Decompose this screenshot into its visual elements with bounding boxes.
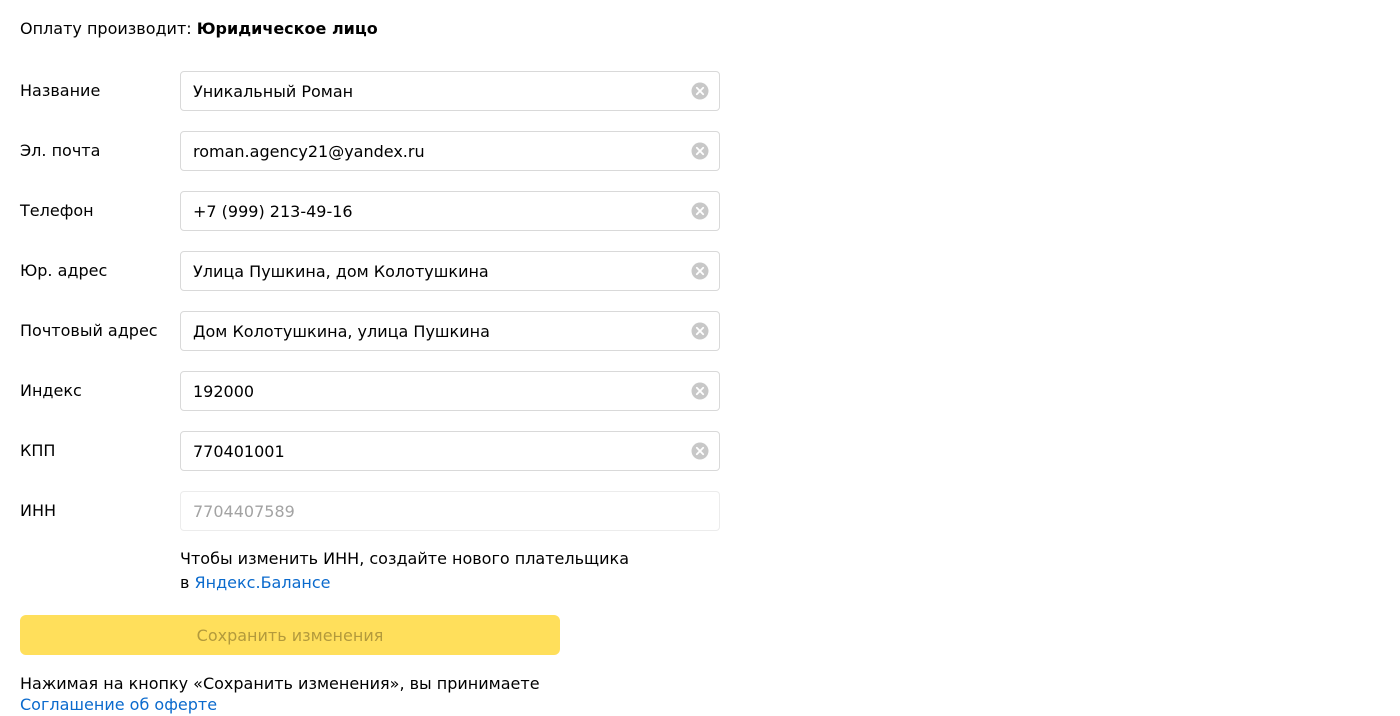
inn-hint-prefix: в [180,573,190,592]
phone-input[interactable] [181,192,719,230]
email-input[interactable] [181,132,719,170]
field-label-inn: ИНН [20,501,57,520]
offer-agreement-link[interactable]: Соглашение об оферте [20,694,217,716]
payer-label: Оплату производит: [20,19,192,38]
kpp-input[interactable] [181,432,719,470]
clear-icon[interactable] [691,442,709,460]
clear-icon[interactable] [691,202,709,220]
name-input[interactable] [181,72,719,110]
inn-input [181,492,719,530]
field-row-name: Название [20,71,720,111]
field-label-name: Название [20,81,101,100]
inn-hint-second-line: в Яндекс.Балансе [180,571,629,595]
field-label-email: Эл. почта [20,141,101,160]
field-box-name [180,71,720,111]
field-row-inn: ИНН [20,491,720,531]
terms-text: Нажимая на кнопку «Сохранить изменения»,… [20,674,540,693]
save-changes-button[interactable]: Сохранить изменения [20,615,560,655]
field-label-phone: Телефон [20,201,94,220]
field-box-postcode [180,371,720,411]
field-row-postcode: Индекс [20,371,720,411]
clear-icon[interactable] [691,382,709,400]
field-row-kpp: КПП [20,431,720,471]
postal-address-input[interactable] [181,312,719,350]
field-box-phone [180,191,720,231]
field-row-phone: Телефон [20,191,720,231]
field-label-postcode: Индекс [20,381,82,400]
clear-icon[interactable] [691,322,709,340]
postcode-input[interactable] [181,372,719,410]
field-row-email: Эл. почта [20,131,720,171]
field-row-postal-address: Почтовый адрес [20,311,720,351]
payer-line: Оплату производит: Юридическое лицо [20,18,378,40]
yandex-balance-link[interactable]: Яндекс.Балансе [195,573,331,592]
field-box-inn [180,491,720,531]
field-box-kpp [180,431,720,471]
inn-hint-text: Чтобы изменить ИНН, создайте нового плат… [180,549,629,568]
field-label-postal-address: Почтовый адрес [20,321,158,340]
field-label-kpp: КПП [20,441,56,460]
legal-address-input[interactable] [181,252,719,290]
field-box-legal-address [180,251,720,291]
payer-value: Юридическое лицо [196,19,378,38]
field-label-legal-address: Юр. адрес [20,261,108,280]
field-row-legal-address: Юр. адрес [20,251,720,291]
field-box-postal-address [180,311,720,351]
clear-icon[interactable] [691,142,709,160]
clear-icon[interactable] [691,262,709,280]
inn-hint: Чтобы изменить ИНН, создайте нового плат… [180,547,629,595]
field-box-email [180,131,720,171]
clear-icon[interactable] [691,82,709,100]
